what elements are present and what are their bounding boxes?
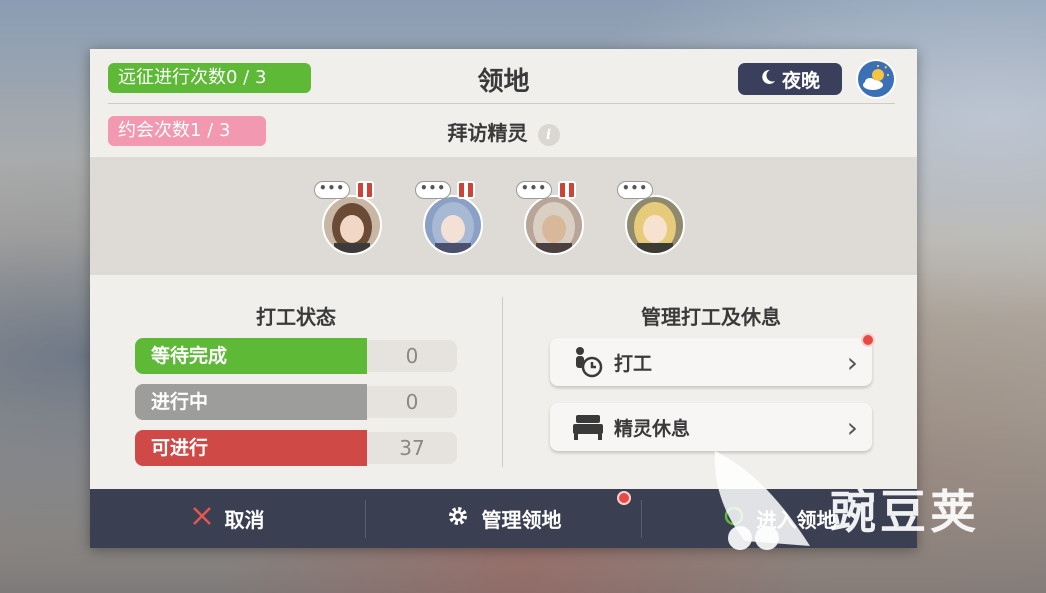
time-of-day-button[interactable]: 夜晚 (738, 63, 842, 95)
time-of-day-label: 夜晚 (781, 69, 820, 92)
avatar (423, 195, 483, 255)
gear-icon (446, 504, 470, 533)
gift-icon (558, 181, 576, 199)
status-count: 0 (367, 386, 457, 418)
manage-territory-button[interactable]: 管理领地 (366, 489, 641, 548)
section-divider (502, 297, 503, 467)
avatar (322, 195, 382, 255)
visit-spirits-label: 拜访精灵 (447, 121, 528, 145)
work-button[interactable]: 打工 › (550, 338, 872, 386)
status-label: 进行中 (135, 384, 367, 420)
chat-bubble-icon: ••• (617, 181, 653, 199)
spirit-rest-label: 精灵休息 (614, 417, 691, 440)
work-clock-icon (570, 344, 606, 380)
info-icon[interactable]: i (537, 123, 560, 146)
spirit-avatar-3[interactable]: ••• (516, 181, 584, 255)
enter-territory-label: 进入领地 (756, 508, 837, 532)
status-row-in-progress: 进行中 0 (135, 384, 457, 420)
chevron-right-icon: › (846, 410, 858, 444)
notification-dot (617, 491, 631, 505)
bed-icon (570, 409, 606, 445)
manage-territory-label: 管理领地 (481, 508, 562, 532)
status-count: 37 (367, 432, 457, 464)
notification-dot (861, 333, 875, 347)
work-status-title: 打工状态 (256, 305, 336, 329)
status-row-available: 可进行 37 (135, 430, 457, 466)
gift-icon (457, 181, 475, 199)
status-row-waiting: 等待完成 0 (135, 338, 457, 374)
weather-icon[interactable] (856, 59, 896, 99)
territory-dialog: 远征进行次数0 / 3 领地 夜晚 约会次数1 / 3 拜访精灵 i ••• •… (90, 49, 917, 548)
spirit-avatar-1[interactable]: ••• (314, 181, 382, 255)
status-label: 可进行 (135, 430, 367, 466)
enter-circle-icon (723, 505, 745, 532)
spirit-avatar-4[interactable]: ••• (617, 181, 685, 255)
status-label: 等待完成 (135, 338, 367, 374)
cancel-button[interactable]: 取消 (90, 489, 365, 548)
spirit-rest-button[interactable]: 精灵休息 › (550, 403, 872, 451)
enter-territory-button[interactable]: 进入领地 (642, 489, 917, 548)
status-count: 0 (367, 340, 457, 372)
moon-icon (760, 68, 776, 90)
spirit-avatar-2[interactable]: ••• (415, 181, 483, 255)
gift-icon (356, 181, 374, 199)
spirit-list: ••• ••• ••• ••• (90, 157, 917, 275)
cancel-label: 取消 (224, 508, 265, 532)
chevron-right-icon: › (846, 345, 858, 379)
visit-spirits-title: 拜访精灵 i (90, 117, 917, 146)
footer-bar: 取消 管理领地 进入领地 (90, 489, 917, 548)
chat-bubble-icon: ••• (314, 181, 350, 199)
close-icon (191, 505, 213, 532)
avatar (625, 195, 685, 255)
chat-bubble-icon: ••• (516, 181, 552, 199)
work-button-label: 打工 (614, 352, 653, 375)
avatar (524, 195, 584, 255)
header-divider (108, 103, 895, 104)
manage-work-rest-title: 管理打工及休息 (641, 305, 781, 329)
chat-bubble-icon: ••• (415, 181, 451, 199)
